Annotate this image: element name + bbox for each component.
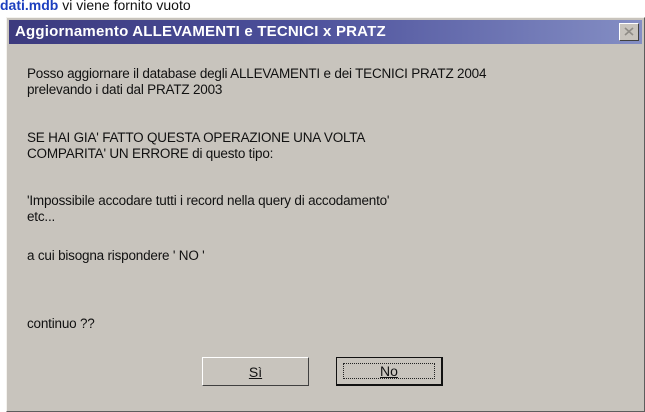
yes-button[interactable]: Sì bbox=[202, 357, 309, 386]
message-line: etc... bbox=[27, 209, 56, 224]
message-line: COMPARITA' UN ERRORE di questo tipo: bbox=[27, 146, 274, 161]
dialog-titlebar[interactable]: Aggiornamento ALLEVAMENTI e TECNICI x PR… bbox=[9, 20, 642, 44]
message-line: a cui bisogna rispondere ' NO ' bbox=[27, 248, 205, 263]
no-button[interactable]: No bbox=[336, 357, 443, 386]
yes-button-label: Sì bbox=[248, 363, 263, 380]
message-line: Posso aggiornare il database degli ALLEV… bbox=[27, 66, 487, 81]
message-line: continuo ?? bbox=[27, 316, 95, 331]
file-name-link[interactable]: dati.mdb bbox=[0, 0, 58, 13]
dialog-title: Aggiornamento ALLEVAMENTI e TECNICI x PR… bbox=[15, 23, 386, 40]
background-page-text: dati.mdb vi viene fornito vuoto bbox=[0, 0, 645, 18]
message-line: prelevando i dati dal PRATZ 2003 bbox=[27, 82, 223, 97]
background-text: vi viene fornito vuoto bbox=[58, 0, 191, 13]
focus-indicator bbox=[343, 363, 435, 379]
message-dialog: Aggiornamento ALLEVAMENTI e TECNICI x PR… bbox=[6, 17, 645, 412]
message-line: 'Impossibile accodare tutti i record nel… bbox=[27, 193, 390, 208]
message-line: SE HAI GIA' FATTO QUESTA OPERAZIONE UNA … bbox=[27, 130, 366, 145]
close-button[interactable] bbox=[619, 23, 639, 41]
close-icon bbox=[624, 20, 634, 44]
